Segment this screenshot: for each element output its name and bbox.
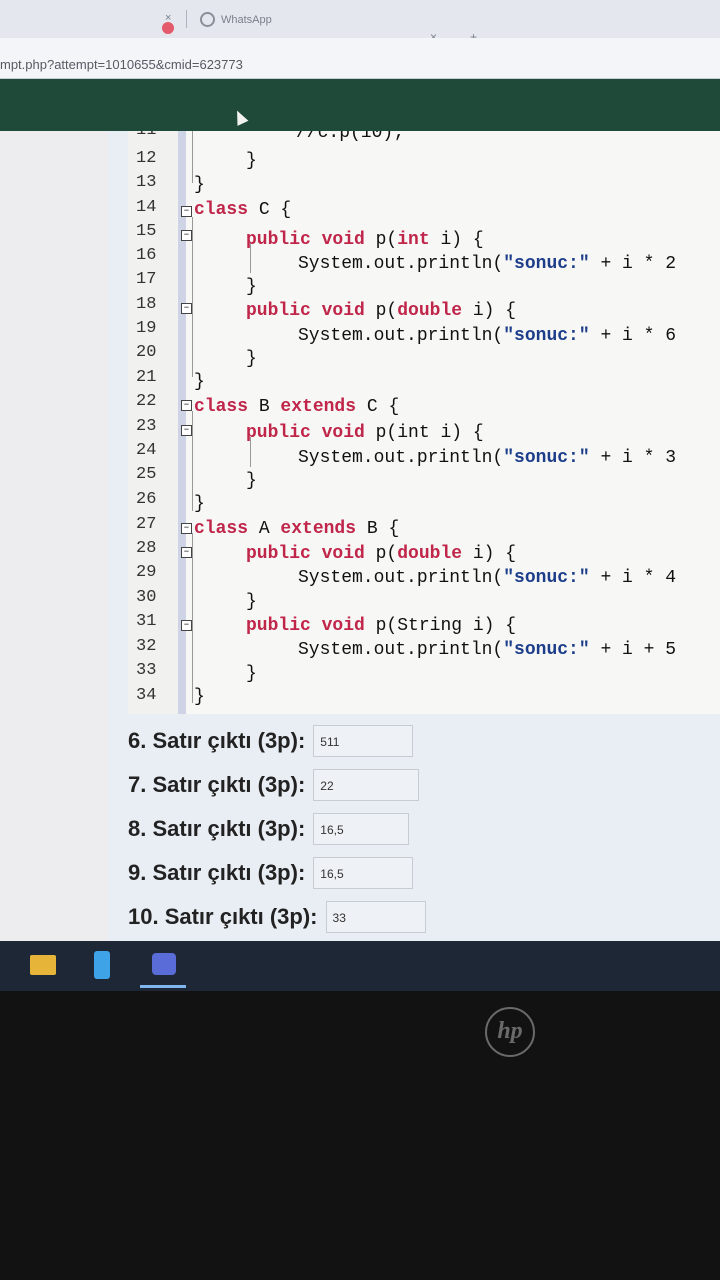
code-line: System.out.println("sonuc:" + i + 5 xyxy=(298,640,677,660)
taskbar xyxy=(0,941,720,991)
code-line: System.out.println("sonuc:" + i * 4 xyxy=(298,568,677,588)
fold-toggle-icon[interactable]: − xyxy=(181,400,192,411)
code-line: } xyxy=(246,349,257,369)
fold-toggle-icon[interactable]: − xyxy=(181,230,192,241)
line-number: 17 xyxy=(136,270,157,289)
line-number: 33 xyxy=(136,661,157,680)
line-number: 15 xyxy=(136,222,157,241)
whatsapp-icon xyxy=(200,12,215,27)
indent-guide xyxy=(192,131,193,183)
line-number: 16 xyxy=(136,246,157,265)
indent-guide xyxy=(192,411,193,511)
line-number: 14 xyxy=(136,198,157,217)
answer-input[interactable]: 511 xyxy=(313,725,414,757)
answer-label: 7. Satır çıktı (3p): xyxy=(128,772,306,797)
code-line: public void p(double i) { xyxy=(246,301,517,321)
active-app-indicator xyxy=(140,985,186,988)
answer-label: 9. Satır çıktı (3p): xyxy=(128,860,306,885)
laptop-bezel xyxy=(0,991,720,1280)
line-number: 12 xyxy=(136,149,157,168)
line-number: 28 xyxy=(136,539,157,558)
line-number: 20 xyxy=(136,343,157,362)
code-line: System.out.println("sonuc:" + i * 6 xyxy=(298,326,677,346)
code-line: } xyxy=(246,277,257,297)
code-line: } xyxy=(246,592,257,612)
answer-input[interactable]: 16,5 xyxy=(313,813,410,845)
fold-toggle-icon[interactable]: − xyxy=(181,523,192,534)
phone-icon[interactable] xyxy=(94,951,110,979)
answer-row-7: 7. Satır çıktı (3p): 22 xyxy=(128,769,420,801)
app-icon[interactable] xyxy=(152,953,176,975)
answer-input[interactable]: 16,5 xyxy=(313,857,414,889)
code-line: } xyxy=(246,151,257,171)
code-line: } xyxy=(194,687,205,707)
site-header-bar xyxy=(0,79,720,131)
line-number: 18 xyxy=(136,295,157,314)
answer-row-8: 8. Satır çıktı (3p): 16,5 xyxy=(128,813,410,845)
line-number: 13 xyxy=(136,173,157,192)
folder-icon[interactable] xyxy=(30,955,56,975)
browser-tab-bar: × WhatsApp × + xyxy=(0,0,720,44)
fold-toggle-icon[interactable]: − xyxy=(181,303,192,314)
line-number: 24 xyxy=(136,441,157,460)
answer-row-10: 10. Satır çıktı (3p): 33 xyxy=(128,901,426,933)
line-number: 27 xyxy=(136,515,157,534)
line-number: 19 xyxy=(136,319,157,338)
line-number: 31 xyxy=(136,612,157,631)
code-line: System.out.println("sonuc:" + i * 3 xyxy=(298,448,677,468)
notification-dot-icon xyxy=(162,22,174,34)
answer-label: 6. Satır çıktı (3p): xyxy=(128,728,306,753)
line-number: 29 xyxy=(136,563,157,582)
answer-input[interactable]: 33 xyxy=(325,901,426,933)
answer-label: 8. Satır çıktı (3p): xyxy=(128,816,306,841)
tab-whatsapp[interactable]: WhatsApp xyxy=(200,12,272,27)
indent-guide xyxy=(192,217,193,377)
url-text[interactable]: mpt.php?attempt=1010655&cmid=623773 xyxy=(0,57,243,72)
code-line: public void p(double i) { xyxy=(246,544,517,564)
answer-input[interactable]: 22 xyxy=(313,769,420,801)
code-line: class C { xyxy=(194,200,292,220)
line-number: 23 xyxy=(136,417,157,436)
tab-whatsapp-label: WhatsApp xyxy=(221,13,272,26)
hp-logo: hp xyxy=(485,1007,535,1057)
line-number: 11 xyxy=(136,131,170,140)
code-line: public void p(int i) { xyxy=(246,230,484,250)
code-line: //c.p(10); xyxy=(296,131,405,143)
line-number: 26 xyxy=(136,490,157,509)
indent-guide xyxy=(192,533,193,703)
fold-toggle-icon[interactable]: − xyxy=(181,425,192,436)
fold-toggle-icon[interactable]: − xyxy=(181,547,192,558)
answer-label: 10. Satır çıktı (3p): xyxy=(128,904,318,929)
fold-toggle-icon[interactable]: − xyxy=(181,620,192,631)
code-line: } xyxy=(194,494,205,514)
screen: × WhatsApp × + mpt.php?attempt=1010655&c… xyxy=(0,0,720,1000)
code-line: System.out.println("sonuc:" + i * 2 xyxy=(298,254,677,274)
code-line: } xyxy=(246,664,257,684)
line-number: 30 xyxy=(136,588,157,607)
address-bar[interactable]: mpt.php?attempt=1010655&cmid=623773 xyxy=(0,38,720,79)
code-line: public void p(String i) { xyxy=(246,616,517,636)
code-line: public void p(int i) { xyxy=(246,423,484,443)
answer-row-9: 9. Satır çıktı (3p): 16,5 xyxy=(128,857,414,889)
line-number: 22 xyxy=(136,392,157,411)
fold-toggle-icon[interactable]: − xyxy=(181,206,192,217)
line-number: 21 xyxy=(136,368,157,387)
code-line: class B extends C { xyxy=(194,397,400,417)
line-number: 32 xyxy=(136,637,157,656)
line-number: 25 xyxy=(136,465,157,484)
code-line: } xyxy=(246,471,257,491)
line-number: 34 xyxy=(136,686,157,705)
answer-row-6: 6. Satır çıktı (3p): 511 xyxy=(128,725,414,757)
code-line: class A extends B { xyxy=(194,519,400,539)
code-image: 11 12 13 14 15 16 17 18 19 20 21 22 23 2… xyxy=(128,131,720,714)
tab-separator xyxy=(186,10,187,28)
code-line: } xyxy=(194,372,205,392)
code-line: } xyxy=(194,175,205,195)
